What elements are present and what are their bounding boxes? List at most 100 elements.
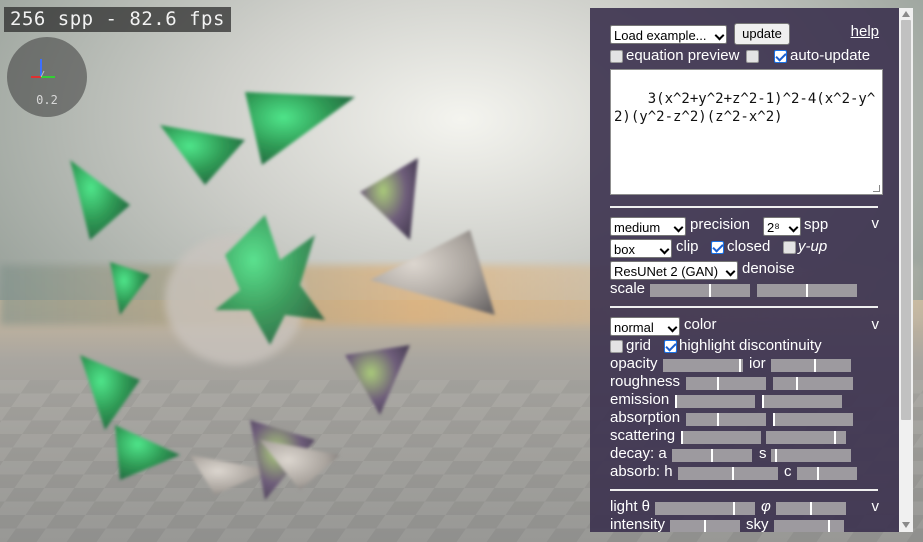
scroll-down-icon[interactable] — [902, 522, 910, 528]
grid-checkbox[interactable] — [610, 340, 623, 353]
slider-knob[interactable] — [796, 377, 798, 390]
clip-select[interactable]: box — [610, 239, 672, 258]
closed-checkbox[interactable] — [711, 241, 724, 254]
roughness-slider-1[interactable] — [686, 377, 766, 390]
slider-knob[interactable] — [717, 377, 719, 390]
clip-label: clip — [676, 238, 699, 255]
light-theta-slider[interactable] — [655, 502, 755, 515]
chevron-down-icon — [725, 266, 736, 277]
scale-slider-1[interactable] — [650, 284, 750, 297]
slider-knob[interactable] — [739, 359, 741, 372]
chevron-down-icon — [673, 222, 684, 233]
help-link[interactable]: help — [851, 23, 879, 40]
scale-slider-2[interactable] — [757, 284, 857, 297]
color-mode-select[interactable]: normal — [610, 317, 680, 336]
highlight-discontinuity-checkbox[interactable] — [664, 340, 677, 353]
grid-label: grid — [626, 337, 652, 354]
slider-knob[interactable] — [817, 467, 819, 480]
opacity-slider[interactable] — [663, 359, 743, 372]
highlight-discontinuity-label: highlight discontinuity — [679, 337, 822, 354]
chevron-down-icon — [667, 322, 678, 333]
fps-readout: 256 spp - 82.6 fps — [4, 7, 231, 32]
c-label: c — [784, 463, 792, 480]
equation-preview-checkbox[interactable] — [610, 50, 623, 63]
slider-knob[interactable] — [711, 449, 713, 462]
absorb-label: absorb: h — [610, 463, 673, 480]
color-section-toggle[interactable]: v — [872, 316, 880, 333]
chevron-down-icon — [714, 30, 725, 41]
example-select[interactable]: Load example... — [610, 25, 727, 44]
sky-slider[interactable] — [774, 520, 844, 532]
slider-knob[interactable] — [834, 431, 836, 444]
intensity-slider[interactable] — [670, 520, 740, 532]
absorb-slider[interactable] — [678, 467, 778, 480]
opacity-label: opacity — [610, 355, 658, 372]
y-up-label: y-up — [798, 238, 828, 255]
control-panel: Load example... update help equation pre… — [590, 8, 899, 532]
update-button[interactable]: update — [734, 23, 790, 45]
divider — [610, 489, 878, 491]
slider-knob[interactable] — [717, 413, 719, 426]
extra-option-checkbox[interactable] — [746, 50, 759, 63]
denoise-select[interactable]: ResUNet 2 (GAN) — [610, 261, 738, 280]
ior-slider[interactable] — [771, 359, 851, 372]
chevron-down-icon — [659, 244, 670, 255]
light-theta-label: light θ — [610, 498, 651, 515]
decay-slider[interactable] — [672, 449, 752, 462]
slider-knob[interactable] — [681, 431, 683, 444]
scale-label: scale — [610, 280, 646, 297]
c-slider[interactable] — [797, 467, 857, 480]
axis-gizmo[interactable]: 0.2 — [7, 37, 87, 117]
spp-label: spp — [804, 216, 829, 233]
color-label: color — [684, 316, 717, 333]
decay-label: decay: a — [610, 445, 667, 462]
slider-knob[interactable] — [733, 502, 735, 515]
light-section-toggle[interactable]: v — [872, 498, 880, 515]
divider — [610, 306, 878, 308]
s-label: s — [759, 445, 767, 462]
s-slider[interactable] — [771, 449, 851, 462]
chevron-down-icon — [788, 222, 799, 233]
absorption-slider-2[interactable] — [773, 413, 853, 426]
slider-knob[interactable] — [762, 395, 764, 408]
panel-scrollbar[interactable] — [899, 8, 913, 532]
precision-select[interactable]: medium — [610, 217, 686, 236]
emission-slider-1[interactable] — [675, 395, 755, 408]
y-up-checkbox[interactable] — [783, 241, 796, 254]
spp-select[interactable]: 2⁸ — [763, 217, 801, 236]
slider-knob[interactable] — [773, 413, 775, 426]
slider-knob[interactable] — [806, 284, 808, 297]
auto-update-checkbox[interactable] — [774, 50, 787, 63]
equation-text: 3(x^2+y^2+z^2-1)^2-4(x^2-y^2)(y^2-z^2)(z… — [614, 91, 876, 125]
slider-knob[interactable] — [814, 359, 816, 372]
slider-knob[interactable] — [709, 284, 711, 297]
slider-knob[interactable] — [828, 520, 830, 532]
auto-update-label: auto-update — [790, 47, 871, 64]
sky-label: sky — [746, 516, 769, 532]
scroll-thumb[interactable] — [901, 20, 911, 420]
light-phi-slider[interactable] — [776, 502, 846, 515]
denoise-label: denoise — [742, 260, 795, 277]
scroll-up-icon[interactable] — [902, 11, 910, 17]
absorption-slider-1[interactable] — [686, 413, 766, 426]
light-phi-label: φ — [761, 498, 771, 515]
gizmo-scale-label: 0.2 — [36, 93, 58, 107]
slider-knob[interactable] — [675, 395, 677, 408]
render-section-toggle[interactable]: v — [872, 215, 880, 232]
resize-grip-icon[interactable] — [873, 185, 880, 192]
scattering-slider-1[interactable] — [681, 431, 761, 444]
intensity-label: intensity — [610, 516, 666, 532]
scattering-label: scattering — [610, 427, 676, 444]
equation-preview-label: equation preview — [626, 47, 740, 64]
slider-knob[interactable] — [810, 502, 812, 515]
slider-knob[interactable] — [704, 520, 706, 532]
slider-knob[interactable] — [775, 449, 777, 462]
equation-textarea[interactable]: 3(x^2+y^2+z^2-1)^2-4(x^2-y^2)(y^2-z^2)(z… — [610, 69, 883, 195]
emission-slider-2[interactable] — [762, 395, 842, 408]
divider — [610, 206, 878, 208]
scattering-slider-2[interactable] — [766, 431, 846, 444]
roughness-slider-2[interactable] — [773, 377, 853, 390]
precision-label: precision — [690, 216, 751, 233]
slider-knob[interactable] — [732, 467, 734, 480]
roughness-label: roughness — [610, 373, 681, 390]
